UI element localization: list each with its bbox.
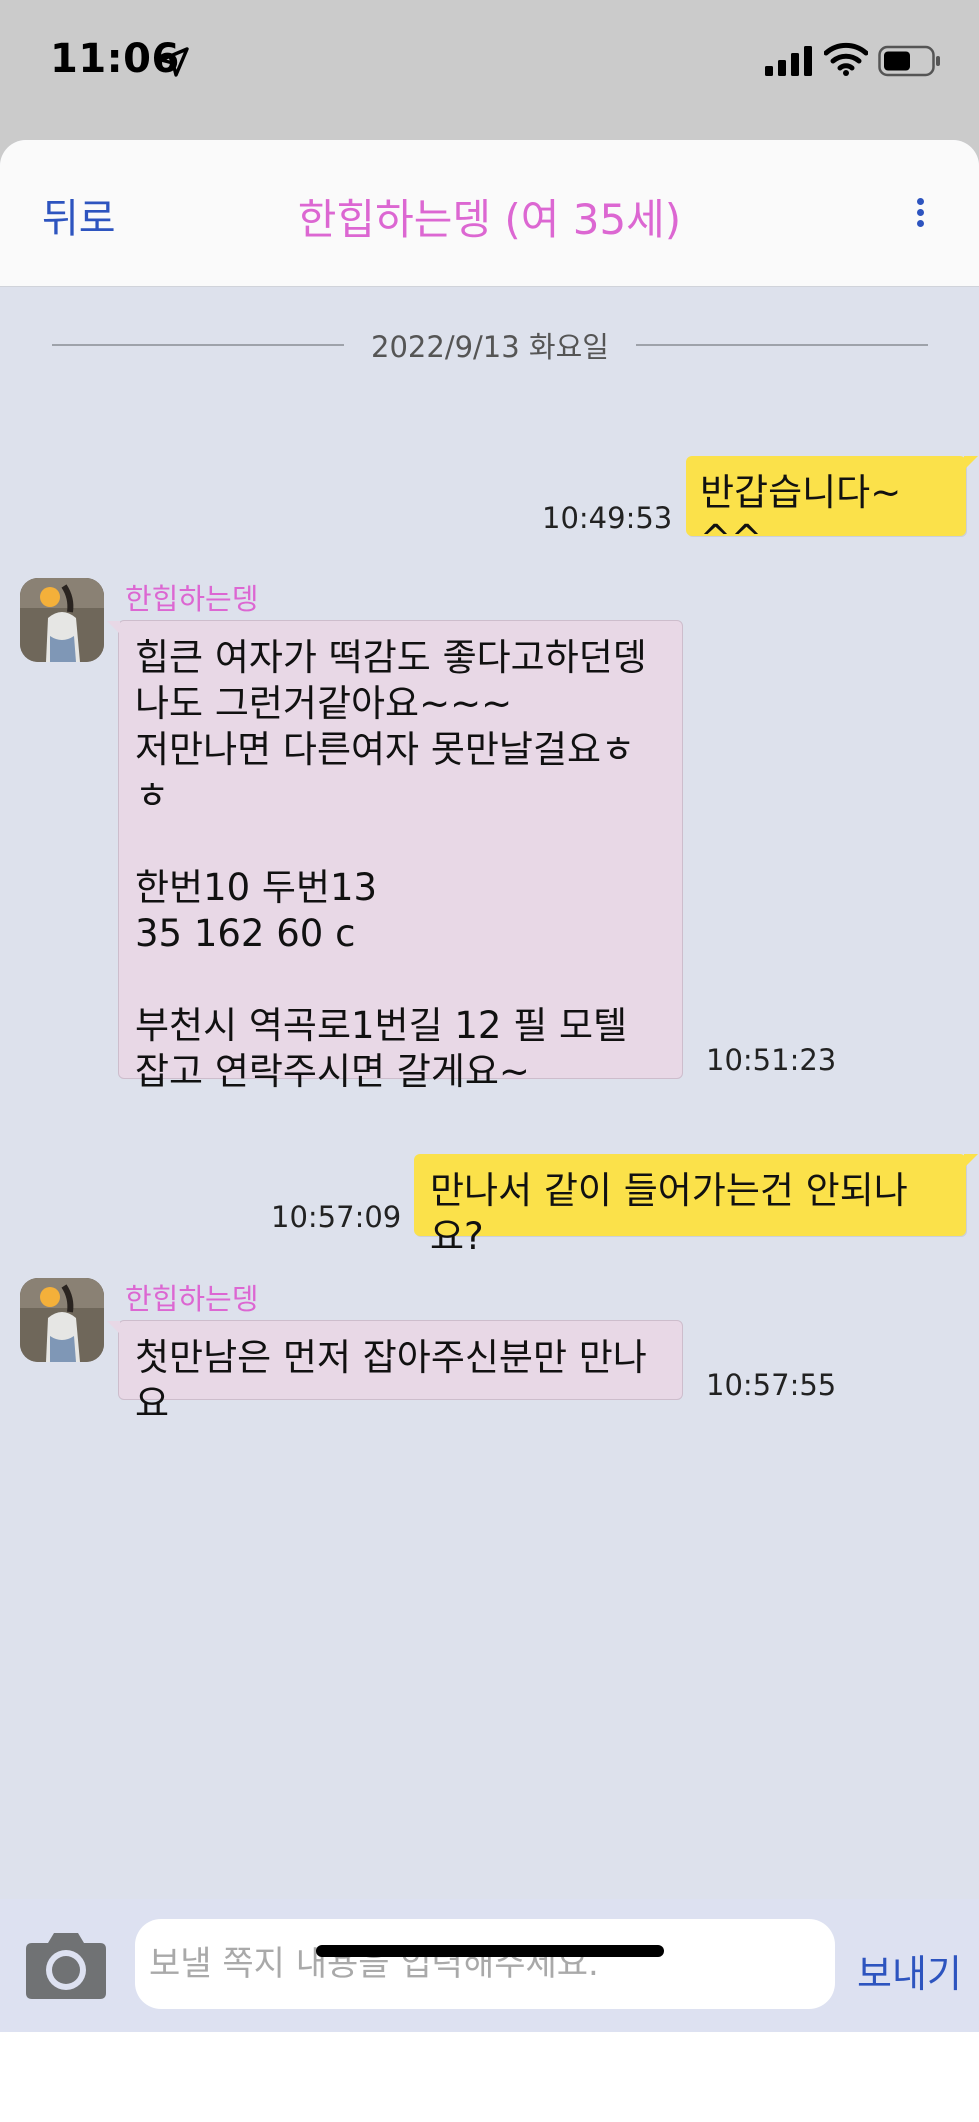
camera-icon[interactable] [20, 1929, 110, 2001]
chat-title: 한힙하는뎅 (여 35세) [297, 195, 682, 244]
wifi-icon [824, 42, 868, 76]
avatar-photo-icon [20, 578, 104, 662]
nav-bar: 뒤로 한힙하는뎅 (여 35세) [0, 140, 979, 287]
chat-sheet: 뒤로 한힙하는뎅 (여 35세) 2022/9/13 화요일 10:49:53 … [0, 140, 979, 2122]
bottom-safe-area [0, 2032, 979, 2122]
avatar[interactable] [20, 578, 104, 662]
more-vertical-icon[interactable] [908, 198, 932, 238]
message-time: 10:57:55 [706, 1368, 837, 1402]
compose-bar: 보내기 [0, 1899, 979, 2032]
incoming-message-bubble[interactable]: 첫만남은 먼저 잡아주신분만 만나요 [107, 1320, 683, 1425]
date-divider: 2022/9/13 화요일 [52, 320, 928, 370]
divider-line-right [636, 344, 928, 346]
outgoing-message-bubble[interactable]: 만나서 같이 들어가는건 안되나요? [414, 1154, 978, 1258]
battery-icon [878, 45, 940, 77]
message-time: 10:57:09 [271, 1200, 402, 1234]
location-arrow-icon [159, 47, 189, 77]
sender-name: 한힙하는뎅 [125, 582, 259, 616]
message-input[interactable] [135, 1919, 835, 2009]
incoming-message-bubble[interactable]: 힙큰 여자가 떡감도 좋다고하던뎅 나도 그런거같아요~~~ 저만나면 다른여자… [107, 620, 683, 1093]
avatar-photo-icon [20, 1278, 104, 1362]
cellular-signal-icon [765, 46, 812, 76]
status-bar: 11:06 [0, 0, 979, 140]
avatar[interactable] [20, 1278, 104, 1362]
message-time: 10:49:53 [542, 501, 673, 535]
send-button[interactable]: 보내기 [857, 1943, 962, 1998]
outgoing-message-bubble[interactable]: 반갑습니다~ ^^ [686, 456, 978, 560]
sender-name: 한힙하는뎅 [125, 1282, 259, 1316]
home-indicator[interactable] [316, 1945, 664, 1957]
message-time: 10:51:23 [706, 1043, 837, 1077]
